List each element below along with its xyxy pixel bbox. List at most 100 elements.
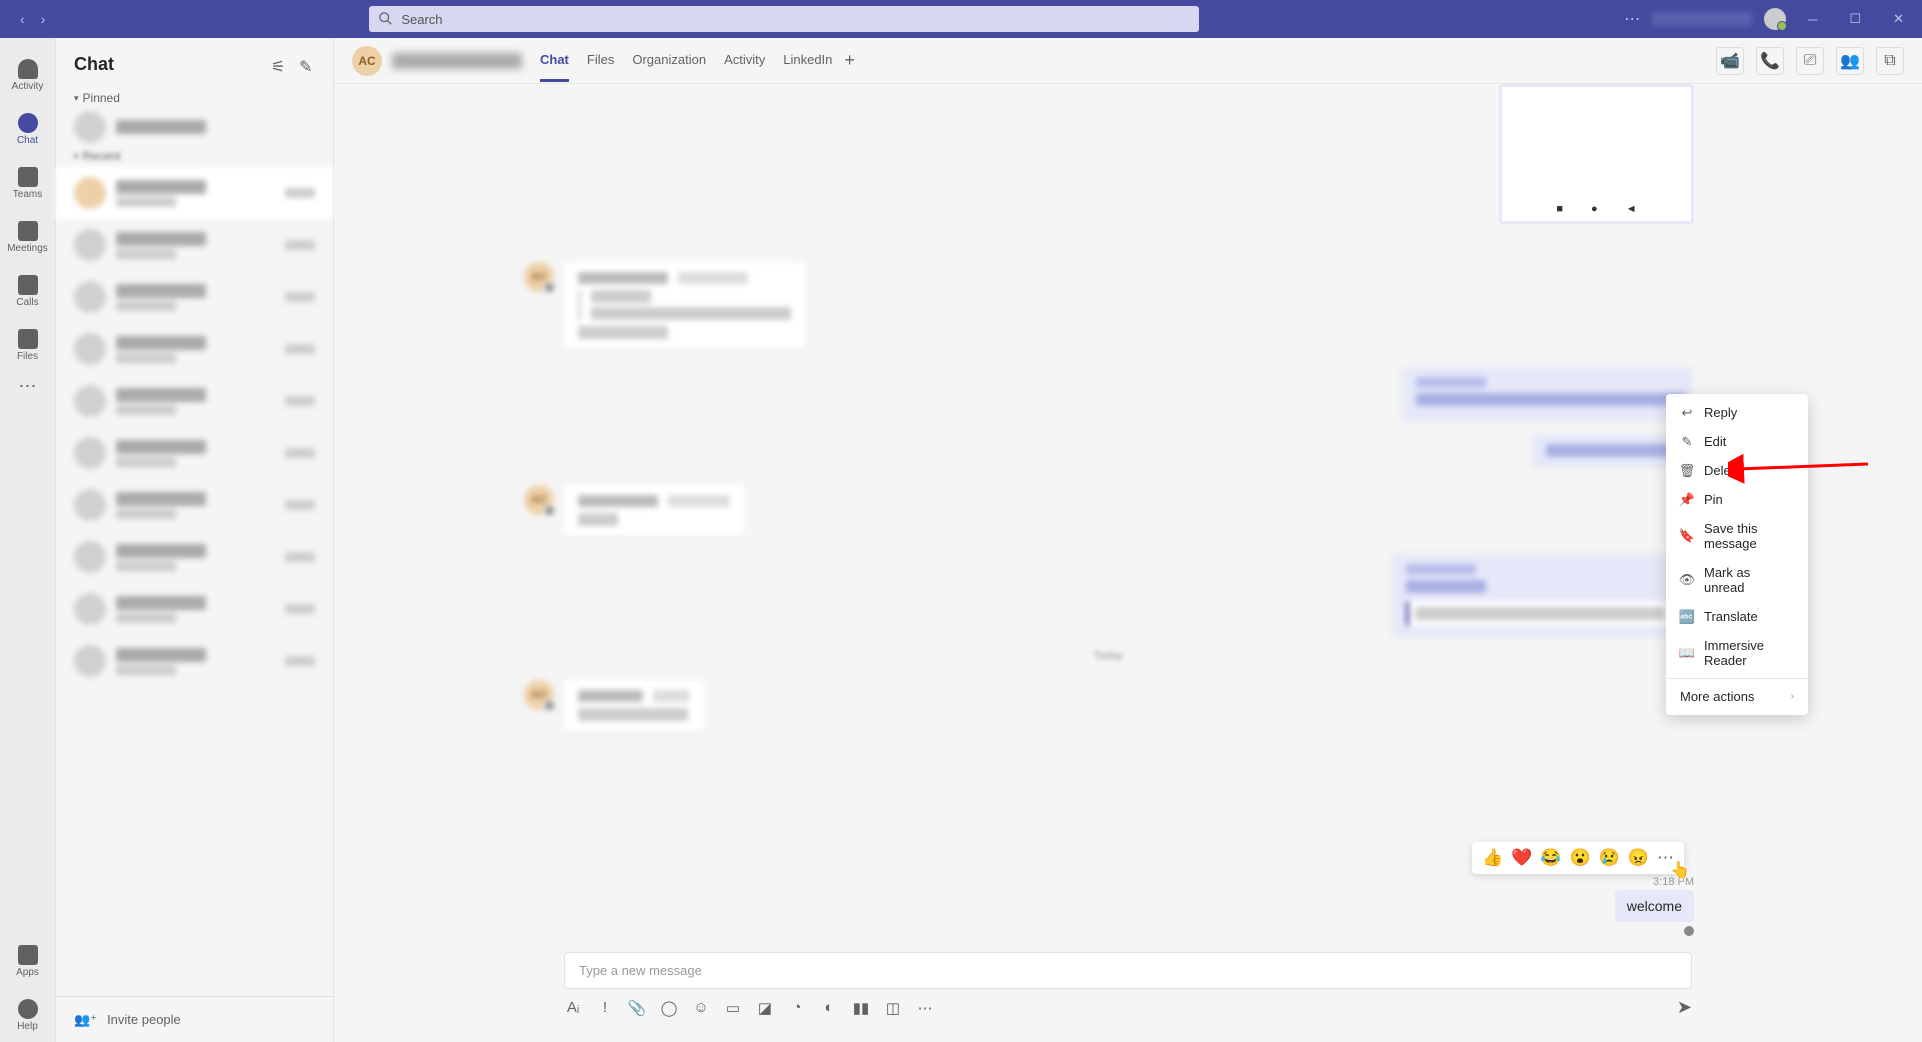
user-name <box>1652 12 1752 26</box>
app-rail: Activity Chat Teams Meetings Calls Files… <box>0 38 56 1042</box>
message-bubble-sent[interactable] <box>1402 367 1692 420</box>
recent-section-label[interactable]: Recent <box>56 145 333 167</box>
bell-icon <box>18 59 38 79</box>
menu-translate[interactable]: 🔤Translate <box>1666 602 1808 631</box>
more-compose-icon[interactable]: ⋯ <box>916 999 934 1017</box>
schedule-icon[interactable]: ◔ <box>788 999 806 1017</box>
chat-item[interactable] <box>56 109 333 145</box>
loop-icon[interactable]: ◯ <box>660 999 678 1017</box>
gif-icon[interactable]: ▭ <box>724 999 742 1017</box>
tab-files[interactable]: Files <box>587 40 614 82</box>
menu-immersive-reader[interactable]: 📖Immersive Reader <box>1666 631 1808 675</box>
menu-more-actions[interactable]: More actions› <box>1666 682 1808 711</box>
sticker-icon[interactable]: ◪ <box>756 999 774 1017</box>
close-button[interactable]: ✕ <box>1883 11 1914 27</box>
chat-item[interactable] <box>56 479 333 531</box>
rail-teams[interactable]: Teams <box>0 156 55 210</box>
popout-button[interactable]: ⧉ <box>1876 47 1904 75</box>
reaction-laugh[interactable]: 😂 <box>1540 848 1561 868</box>
add-tab-button[interactable]: + <box>844 50 855 71</box>
more-icon[interactable]: ⋯ <box>1624 9 1640 29</box>
reaction-surprised[interactable]: 😮 <box>1569 848 1590 868</box>
image-attachment[interactable]: ■●◄ <box>1499 84 1694 224</box>
approval-icon[interactable]: ◫ <box>884 999 902 1017</box>
audio-call-button[interactable]: 📞 <box>1756 47 1784 75</box>
rail-more[interactable]: ⋯ <box>19 376 37 397</box>
chat-item[interactable] <box>56 219 333 271</box>
new-chat-icon[interactable]: ✎ <box>299 57 315 73</box>
send-button[interactable]: ➤ <box>1677 997 1692 1018</box>
search-input[interactable]: Search <box>369 6 1199 32</box>
reaction-heart[interactable]: ❤️ <box>1511 848 1532 868</box>
menu-reply[interactable]: ↩Reply <box>1666 398 1808 427</box>
pinned-section-label[interactable]: Pinned <box>56 87 333 109</box>
tab-chat[interactable]: Chat <box>540 40 569 82</box>
message-bubble-received[interactable] <box>564 262 805 349</box>
rail-calls[interactable]: Calls <box>0 264 55 318</box>
filter-icon[interactable]: ⚟ <box>271 57 287 73</box>
reply-icon: ↩ <box>1680 406 1694 420</box>
message-bubble-sent[interactable] <box>1392 554 1692 636</box>
message-bubble-received[interactable] <box>564 680 704 731</box>
tab-linkedin[interactable]: LinkedIn <box>783 40 832 82</box>
apps-icon <box>18 945 38 965</box>
rail-help[interactable]: Help <box>0 988 55 1042</box>
message-bubble-received[interactable] <box>564 485 744 536</box>
rail-activity[interactable]: Activity <box>0 48 55 102</box>
translate-icon: 🔤 <box>1680 610 1694 624</box>
help-icon <box>18 999 38 1019</box>
compose-input[interactable]: Type a new message <box>564 952 1692 989</box>
video-call-button[interactable]: 📹 <box>1716 47 1744 75</box>
menu-save[interactable]: 🔖Save this message <box>1666 514 1808 558</box>
chat-item[interactable] <box>56 427 333 479</box>
minimize-button[interactable]: ─ <box>1798 12 1827 27</box>
poll-icon[interactable]: ▮▮ <box>852 999 870 1017</box>
menu-pin[interactable]: 📌Pin <box>1666 485 1808 514</box>
pin-icon: 📌 <box>1680 493 1694 507</box>
chat-item[interactable] <box>56 531 333 583</box>
message-bubble-sent[interactable]: 3:18 PM welcome <box>1615 876 1694 922</box>
add-people-button[interactable]: 👥 <box>1836 47 1864 75</box>
menu-mark-unread[interactable]: 👁Mark as unread <box>1666 558 1808 602</box>
rail-files[interactable]: Files <box>0 318 55 372</box>
user-avatar[interactable] <box>1764 8 1786 30</box>
reaction-sad[interactable]: 😢 <box>1599 848 1620 868</box>
bookmark-icon: 🔖 <box>1680 529 1694 543</box>
tab-activity[interactable]: Activity <box>724 40 765 82</box>
chat-list-title: Chat <box>74 54 114 75</box>
message-avatar: AC <box>524 485 554 515</box>
nav-forward[interactable]: › <box>37 7 50 31</box>
chat-item[interactable] <box>56 375 333 427</box>
invite-icon: 👥⁺ <box>74 1012 97 1028</box>
screen-share-button[interactable]: ⎚ <box>1796 47 1824 75</box>
nav-back[interactable]: ‹ <box>16 7 29 31</box>
maximize-button[interactable]: ☐ <box>1839 11 1871 27</box>
chat-item[interactable] <box>56 323 333 375</box>
chat-item[interactable] <box>56 635 333 687</box>
format-icon[interactable]: Aᵢ <box>564 999 582 1017</box>
rail-apps[interactable]: Apps <box>0 934 55 988</box>
invite-people-button[interactable]: 👥⁺ Invite people <box>56 996 333 1042</box>
reaction-picker: 👍 ❤️ 😂 😮 😢 😠 ⋯ <box>1472 842 1684 874</box>
priority-icon[interactable]: ! <box>596 999 614 1017</box>
tab-organization[interactable]: Organization <box>632 40 706 82</box>
message-avatar: AC <box>524 680 554 710</box>
stream-icon[interactable]: ◐ <box>820 999 838 1017</box>
rail-meetings[interactable]: Meetings <box>0 210 55 264</box>
delete-icon: 🗑 <box>1680 464 1694 478</box>
menu-edit[interactable]: ✎Edit <box>1666 427 1808 456</box>
reaction-angry[interactable]: 😠 <box>1628 848 1649 868</box>
chat-item[interactable] <box>56 271 333 323</box>
attach-icon[interactable]: 📎 <box>628 999 646 1017</box>
reaction-like[interactable]: 👍 <box>1482 848 1503 868</box>
emoji-icon[interactable]: ☺ <box>692 999 710 1017</box>
contact-avatar[interactable]: AC <box>352 46 382 76</box>
rail-chat[interactable]: Chat <box>0 102 55 156</box>
chat-item[interactable] <box>56 167 333 219</box>
chevron-right-icon: › <box>1791 691 1794 702</box>
menu-delete[interactable]: 🗑Delete <box>1666 456 1808 485</box>
files-icon <box>18 329 38 349</box>
message-avatar: AC <box>524 262 554 292</box>
phone-icon <box>18 275 38 295</box>
chat-item[interactable] <box>56 583 333 635</box>
